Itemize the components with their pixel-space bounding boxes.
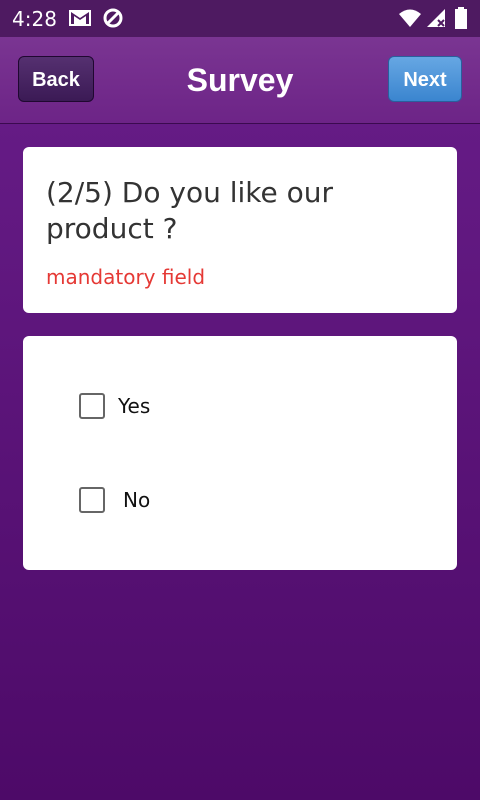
question-text: (2/5) Do you like our product ? (46, 176, 334, 245)
question-card: (2/5) Do you like our product ? mandator… (23, 147, 457, 313)
survey-content: (2/5) Do you like our product ? mandator… (0, 124, 480, 800)
option-yes-label: Yes (118, 394, 151, 418)
signal-icon (427, 9, 445, 27)
answers-card: Yes No (23, 336, 457, 570)
option-no-label: No (123, 488, 151, 512)
sync-icon (103, 8, 123, 28)
status-time: 4:28 (12, 7, 57, 31)
wifi-icon (399, 9, 421, 27)
no-checkbox[interactable] (79, 487, 105, 513)
option-no[interactable]: No (79, 485, 150, 515)
option-yes[interactable]: Yes (79, 391, 150, 421)
battery-icon (455, 7, 467, 29)
next-button[interactable]: Next (388, 56, 462, 102)
mandatory-label: mandatory field (46, 265, 206, 289)
gmail-icon (69, 10, 91, 26)
status-bar: 4:28 (0, 0, 480, 37)
header-bar: Back Survey Next (0, 37, 480, 124)
yes-checkbox[interactable] (79, 393, 105, 419)
